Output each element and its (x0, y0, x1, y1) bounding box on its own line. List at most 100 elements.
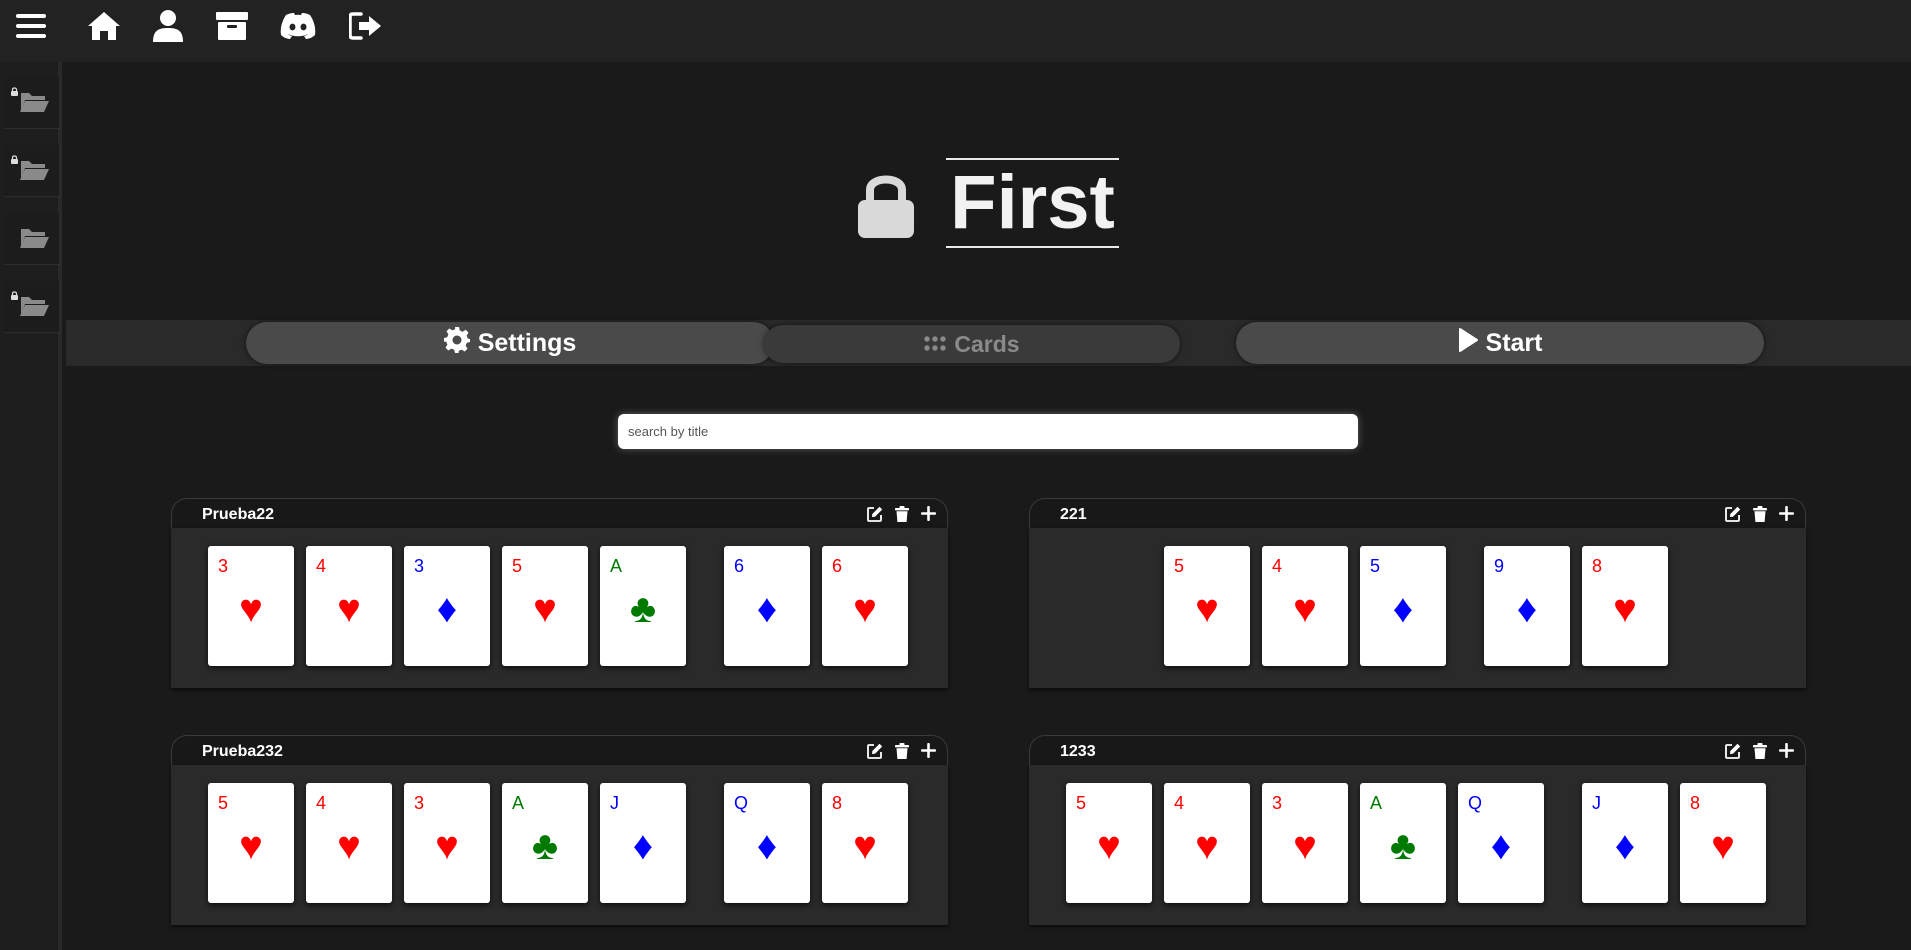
plus-icon[interactable] (1778, 742, 1795, 759)
card-rank: 3 (414, 793, 425, 813)
playing-card[interactable]: 3 ♥ (404, 783, 490, 903)
playing-card[interactable]: 8 ♥ (1582, 546, 1668, 666)
plus-icon[interactable] (920, 742, 937, 759)
card-rank: 8 (1592, 556, 1603, 576)
card-rank: 9 (1494, 556, 1505, 576)
deck-header: 1233 (1029, 735, 1806, 765)
card-rank: 5 (1370, 556, 1381, 576)
discord-icon[interactable] (276, 6, 320, 46)
card-rank: A (512, 793, 525, 813)
sidebar-folder-4[interactable] (5, 281, 59, 333)
plus-icon[interactable] (920, 505, 937, 522)
playing-card[interactable]: 5 ♦ (1360, 546, 1446, 666)
card-rank: 4 (1272, 556, 1283, 576)
tab-start[interactable]: Start (1236, 322, 1764, 364)
tab-cards[interactable]: Cards (764, 325, 1180, 363)
gear-icon (443, 326, 470, 360)
trash-icon[interactable] (1751, 742, 1768, 759)
deck-title: Prueba232 (202, 743, 283, 760)
card-rank: 8 (832, 793, 843, 813)
deck-panel: 1233 5 ♥ 4 ♥ 3 ♥ A ♣ Q ♦ J ♦ 8 ♥ (1029, 735, 1806, 925)
playing-card[interactable]: J ♦ (600, 783, 686, 903)
card-rank: 4 (316, 556, 327, 576)
playing-card[interactable]: 3 ♦ (404, 546, 490, 666)
card-suit-icon: ♦ (1392, 587, 1414, 631)
deck-actions (1724, 742, 1795, 759)
playing-card[interactable]: Q ♦ (724, 783, 810, 903)
playing-card[interactable]: A ♣ (502, 783, 588, 903)
card-suit-icon: ♥ (1711, 824, 1735, 868)
playing-card[interactable]: 9 ♦ (1484, 546, 1570, 666)
sidebar-folder-1[interactable] (5, 77, 59, 129)
deck-actions (1724, 505, 1795, 522)
search-input[interactable] (618, 414, 1358, 449)
tab-bar: Settings Cards Start (66, 320, 1911, 366)
card-rank: J (610, 793, 619, 813)
user-icon[interactable] (146, 6, 190, 46)
deck-cards-area: 3 ♥ 4 ♥ 3 ♦ 5 ♥ A ♣ 6 ♦ 6 ♥ (171, 528, 948, 688)
lock-icon[interactable] (856, 172, 916, 243)
playing-card[interactable]: J ♦ (1582, 783, 1668, 903)
card-suit-icon: ♥ (435, 824, 459, 868)
playing-card[interactable]: Q ♦ (1458, 783, 1544, 903)
trash-icon[interactable] (893, 505, 910, 522)
card-suit-icon: ♦ (756, 824, 778, 868)
deck-title: Prueba22 (202, 506, 275, 523)
tab-cards-label: Cards (954, 330, 1020, 357)
tab-settings[interactable]: Settings (246, 322, 774, 364)
deck-actions (866, 742, 937, 759)
edit-icon[interactable] (866, 505, 883, 522)
deck-panel: Prueba22 3 ♥ 4 ♥ 3 ♦ 5 ♥ A ♣ 6 ♦ 6 ♥ (171, 498, 948, 688)
card-suit-icon: ♥ (1195, 587, 1219, 631)
playing-card[interactable]: 8 ♥ (1680, 783, 1766, 903)
card-rank: 4 (1174, 793, 1185, 813)
card-rank: 6 (832, 556, 843, 576)
page-title[interactable]: First (946, 158, 1119, 248)
card-rank: 3 (218, 556, 229, 576)
playing-card[interactable]: 6 ♥ (822, 546, 908, 666)
card-suit-icon: ♥ (239, 824, 263, 868)
logout-icon[interactable] (344, 6, 388, 46)
card-rank: 3 (1272, 793, 1283, 813)
deck-header: Prueba232 (171, 735, 948, 765)
menu-icon[interactable] (0, 0, 62, 52)
playing-card[interactable]: 4 ♥ (1262, 546, 1348, 666)
edit-icon[interactable] (1724, 505, 1741, 522)
deck-panel: Prueba232 5 ♥ 4 ♥ 3 ♥ A ♣ J ♦ Q ♦ 8 ♥ (171, 735, 948, 925)
lock-icon (11, 287, 18, 305)
folder-icon (19, 89, 49, 118)
edit-icon[interactable] (866, 742, 883, 759)
playing-card[interactable]: 3 ♥ (1262, 783, 1348, 903)
deck-title: 221 (1060, 506, 1087, 523)
deck-header: Prueba22 (171, 498, 948, 528)
playing-card[interactable]: 6 ♦ (724, 546, 810, 666)
folder-icon (19, 293, 49, 322)
playing-card[interactable]: A ♣ (1360, 783, 1446, 903)
playing-card[interactable]: 4 ♥ (1164, 783, 1250, 903)
card-rank: Q (1468, 793, 1483, 813)
edit-icon[interactable] (1724, 742, 1741, 759)
playing-card[interactable]: 8 ♥ (822, 783, 908, 903)
playing-card[interactable]: 5 ♥ (502, 546, 588, 666)
archive-icon[interactable] (210, 6, 254, 46)
card-suit-icon: ♣ (1389, 824, 1417, 868)
deck-cards-area: 5 ♥ 4 ♥ 5 ♦ 9 ♦ 8 ♥ (1029, 528, 1806, 688)
card-rank: 6 (734, 556, 745, 576)
card-rank: J (1592, 793, 1601, 813)
playing-card[interactable]: 4 ♥ (306, 546, 392, 666)
playing-card[interactable]: 5 ♥ (208, 783, 294, 903)
trash-icon[interactable] (1751, 505, 1768, 522)
card-rank: Q (734, 793, 749, 813)
card-rank: 5 (512, 556, 523, 576)
playing-card[interactable]: A ♣ (600, 546, 686, 666)
playing-card[interactable]: 3 ♥ (208, 546, 294, 666)
playing-card[interactable]: 5 ♥ (1066, 783, 1152, 903)
card-suit-icon: ♥ (1097, 824, 1121, 868)
trash-icon[interactable] (893, 742, 910, 759)
playing-card[interactable]: 4 ♥ (306, 783, 392, 903)
card-suit-icon: ♥ (533, 587, 557, 631)
playing-card[interactable]: 5 ♥ (1164, 546, 1250, 666)
top-nav-bar (0, 0, 1911, 62)
home-icon[interactable] (82, 6, 126, 46)
plus-icon[interactable] (1778, 505, 1795, 522)
